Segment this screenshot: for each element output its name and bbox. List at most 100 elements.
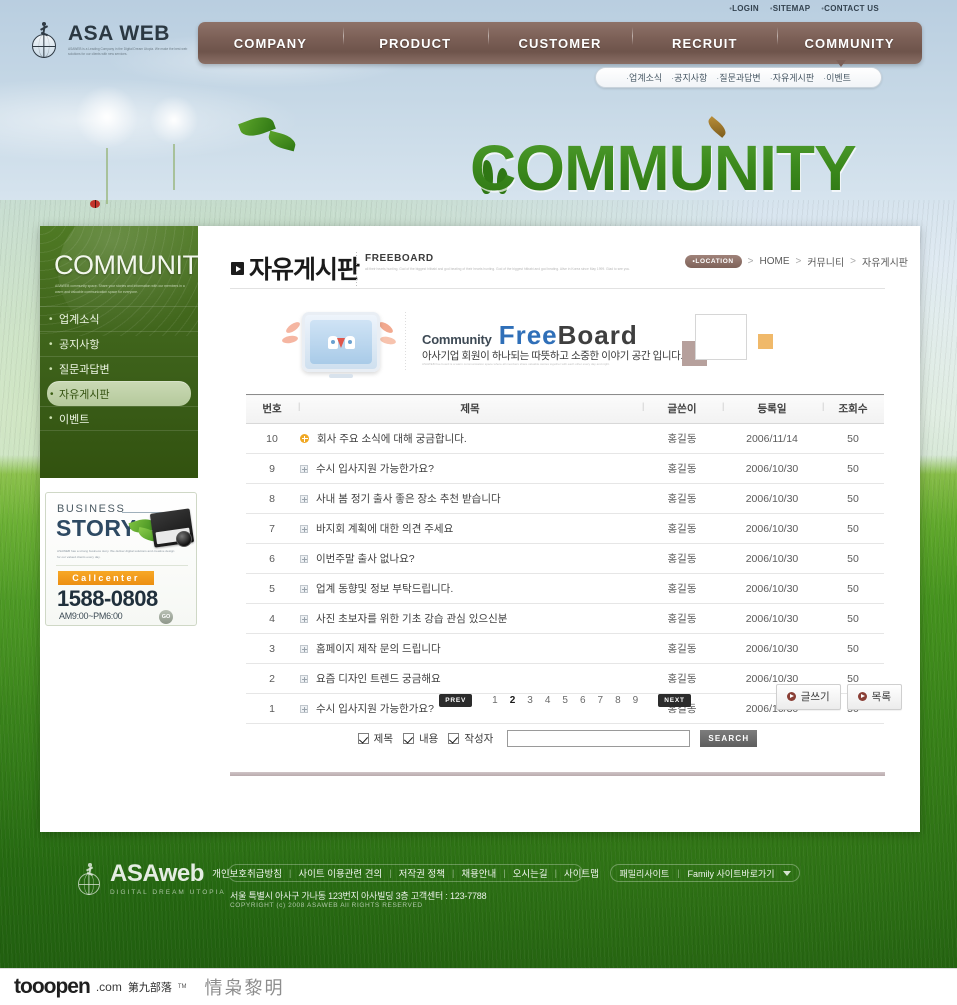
banner-board-word: Board <box>557 320 638 350</box>
search-button[interactable]: SEARCH <box>700 729 758 747</box>
subnav-item-event[interactable]: 이벤트 <box>823 71 851 84</box>
family-separator: | <box>677 868 680 878</box>
page-9[interactable]: 9 <box>627 695 645 706</box>
post-title[interactable]: 회사 주요 소식에 대해 궁금합니다. <box>317 433 467 445</box>
table-row[interactable]: 3 홈페이지 제작 문의 드립니다 홍길동 2006/10/30 50 <box>246 633 884 664</box>
board-banner: Community FreeBoard 아사기업 회원이 하나되는 따뜻하고 소… <box>230 304 885 386</box>
cell-hits: 50 <box>822 633 884 664</box>
page-4[interactable]: 4 <box>539 695 557 706</box>
footer-link-recruit[interactable]: 채용안내 <box>461 866 496 880</box>
footer-link-privacy[interactable]: 개인보호취급방침 <box>212 866 282 880</box>
checkbox-icon[interactable] <box>357 732 369 744</box>
breadcrumb-item-home[interactable]: HOME <box>760 256 790 267</box>
cell-title[interactable]: 이번주말 출사 없나요? <box>298 543 642 574</box>
footer-link-sitemap[interactable]: 사이트맵 <box>564 866 599 880</box>
business-story-widget[interactable]: BUSINESS STORY ASAWEB has a strong busin… <box>45 492 197 626</box>
table-row[interactable]: 6 이번주말 출사 없나요? 홍길동 2006/10/30 50 <box>246 543 884 574</box>
pagination-next[interactable]: NEXT <box>658 693 691 707</box>
arrow-circle-icon <box>786 692 796 701</box>
nav-item-customer[interactable]: CUSTOMER <box>487 26 633 51</box>
nav-item-recruit[interactable]: RECRUIT <box>632 26 777 51</box>
cell-title[interactable]: 사진 초보자를 위한 기초 강습 관심 있으신분 <box>298 603 642 634</box>
breadcrumb-item-community[interactable]: 커뮤니티 <box>807 254 844 269</box>
footer-link-copyright-policy[interactable]: 저작권 정책 <box>399 866 445 880</box>
write-post-button[interactable]: 글쓰기 <box>775 684 841 710</box>
footer-link-directions[interactable]: 오시는길 <box>513 866 548 880</box>
search-filter-writer[interactable]: 작성자 <box>448 731 493 746</box>
footer-link-usage[interactable]: 사이트 이용관련 견의 <box>298 866 382 880</box>
list-button[interactable]: 목록 <box>846 684 902 710</box>
table-row[interactable]: 10 회사 주요 소식에 대해 궁금합니다. 홍길동 2006/11/14 50 <box>246 423 884 454</box>
post-title[interactable]: 사내 봄 정기 출사 좋은 장소 추천 받습니다 <box>316 493 501 505</box>
cell-title[interactable]: 바지회 계획에 대한 의견 주세요 <box>298 513 642 544</box>
post-title[interactable]: 수시 입사지원 가능한가요? <box>316 463 434 475</box>
sidebar-item-industry-news[interactable]: 업계소식 <box>40 306 198 331</box>
site-logo[interactable]: ASA WEB ASAWEB is a Leading Company in t… <box>28 22 188 58</box>
post-title[interactable]: 요즘 디자인 트렌드 궁금해요 <box>316 673 441 685</box>
search-input[interactable] <box>507 729 691 747</box>
post-title[interactable]: 업계 동향및 정보 부탁드립니다. <box>316 583 453 595</box>
page-1[interactable]: 1 <box>486 695 504 706</box>
cell-title[interactable]: 홈페이지 제작 문의 드립니다 <box>298 633 642 664</box>
sub-navigation: 업계소식 공지사항 질문과답변 자유게시판 이벤트 <box>595 67 882 88</box>
pagination-prev[interactable]: PREV <box>439 693 473 707</box>
cell-title[interactable]: 업계 동향및 정보 부탁드립니다. <box>298 573 642 604</box>
cell-title[interactable]: 사내 봄 정기 출사 좋은 장소 추천 받습니다 <box>298 483 642 514</box>
footer-link-separator: | <box>554 868 557 878</box>
search-filter-title[interactable]: 제목 <box>357 731 393 746</box>
cell-title[interactable]: 회사 주요 소식에 대해 궁금합니다. <box>298 423 642 454</box>
cell-title[interactable]: 수시 입사지원 가능한가요? <box>298 453 642 484</box>
family-site-label: 패밀리사이트 <box>619 868 670 879</box>
page-3[interactable]: 3 <box>521 695 539 706</box>
chevron-down-icon[interactable] <box>782 870 791 876</box>
page-2[interactable]: 2 <box>504 695 522 706</box>
utility-link-sitemap[interactable]: SITEMAP <box>770 4 810 13</box>
footer: ASAweb DIGITAL DREAM UTOPIA 개인보호취급방침 | 사… <box>0 848 957 928</box>
sidebar-item-freeboard[interactable]: 자유게시판 <box>47 381 191 406</box>
sidebar-item-notice[interactable]: 공지사항 <box>40 331 198 356</box>
dandelion-decoration <box>76 86 138 204</box>
post-title[interactable]: 사진 초보자를 위한 기초 강습 관심 있으신분 <box>316 613 507 625</box>
table-row[interactable]: 4 사진 초보자를 위한 기초 강습 관심 있으신분 홍길동 2006/10/3… <box>246 603 884 634</box>
cell-hits: 50 <box>822 573 884 604</box>
cell-no: 10 <box>246 423 298 454</box>
breadcrumb-item-freeboard[interactable]: 자유게시판 <box>862 254 908 269</box>
cell-date: 2006/10/30 <box>722 483 822 514</box>
sidebar-item-qna[interactable]: 질문과답변 <box>40 356 198 381</box>
checkbox-icon[interactable] <box>403 732 414 744</box>
page-5[interactable]: 5 <box>556 695 574 706</box>
ribbon-decoration <box>284 320 302 335</box>
utility-link-login[interactable]: LOGIN <box>729 4 759 13</box>
footer-logo-tagline: DIGITAL DREAM UTOPIA <box>110 889 226 896</box>
family-site-selector[interactable]: 패밀리사이트 | Family 사이트바로가기 <box>610 864 800 882</box>
post-title[interactable]: 홈페이지 제작 문의 드립니다 <box>316 643 441 655</box>
cell-hits: 50 <box>822 423 884 454</box>
table-row[interactable]: 7 바지회 계획에 대한 의견 주세요 홍길동 2006/10/30 50 <box>246 513 884 544</box>
banner-divider <box>405 312 406 370</box>
subnav-item-qna[interactable]: 질문과답변 <box>716 71 760 84</box>
table-row[interactable]: 5 업계 동향및 정보 부탁드립니다. 홍길동 2006/10/30 50 <box>246 573 884 604</box>
page-8[interactable]: 8 <box>609 695 627 706</box>
go-button[interactable]: GO <box>159 610 173 624</box>
nav-item-product[interactable]: PRODUCT <box>342 26 488 51</box>
callcenter-phone: 1588-0808 <box>57 586 158 611</box>
cell-hits: 50 <box>822 483 884 514</box>
search-filter-content[interactable]: 내용 <box>403 731 438 746</box>
page-6[interactable]: 6 <box>574 695 592 706</box>
nav-item-community[interactable]: COMMUNITY <box>777 26 922 51</box>
sidebar-item-event[interactable]: 이벤트 <box>40 406 198 431</box>
table-row[interactable]: 8 사내 봄 정기 출사 좋은 장소 추천 받습니다 홍길동 2006/10/3… <box>246 483 884 514</box>
subnav-item-freeboard[interactable]: 자유게시판 <box>770 71 814 84</box>
subnav-item-industry-news[interactable]: 업계소식 <box>626 71 662 84</box>
cell-date: 2006/10/30 <box>722 453 822 484</box>
post-title[interactable]: 이번주말 출사 없나요? <box>316 553 415 565</box>
nav-item-company[interactable]: COMPANY <box>198 36 343 51</box>
subnav-item-notice[interactable]: 공지사항 <box>671 71 707 84</box>
footer-logo[interactable]: ASAweb DIGITAL DREAM UTOPIA <box>75 862 226 896</box>
table-row[interactable]: 9 수시 입사지원 가능한가요? 홍길동 2006/10/30 50 <box>246 453 884 484</box>
page-7[interactable]: 7 <box>592 695 610 706</box>
post-title[interactable]: 바지회 계획에 대한 의견 주세요 <box>316 523 453 535</box>
cell-writer: 홍길동 <box>642 483 722 514</box>
checkbox-icon[interactable] <box>448 732 460 744</box>
utility-link-contact[interactable]: CONTACT US <box>821 4 879 13</box>
